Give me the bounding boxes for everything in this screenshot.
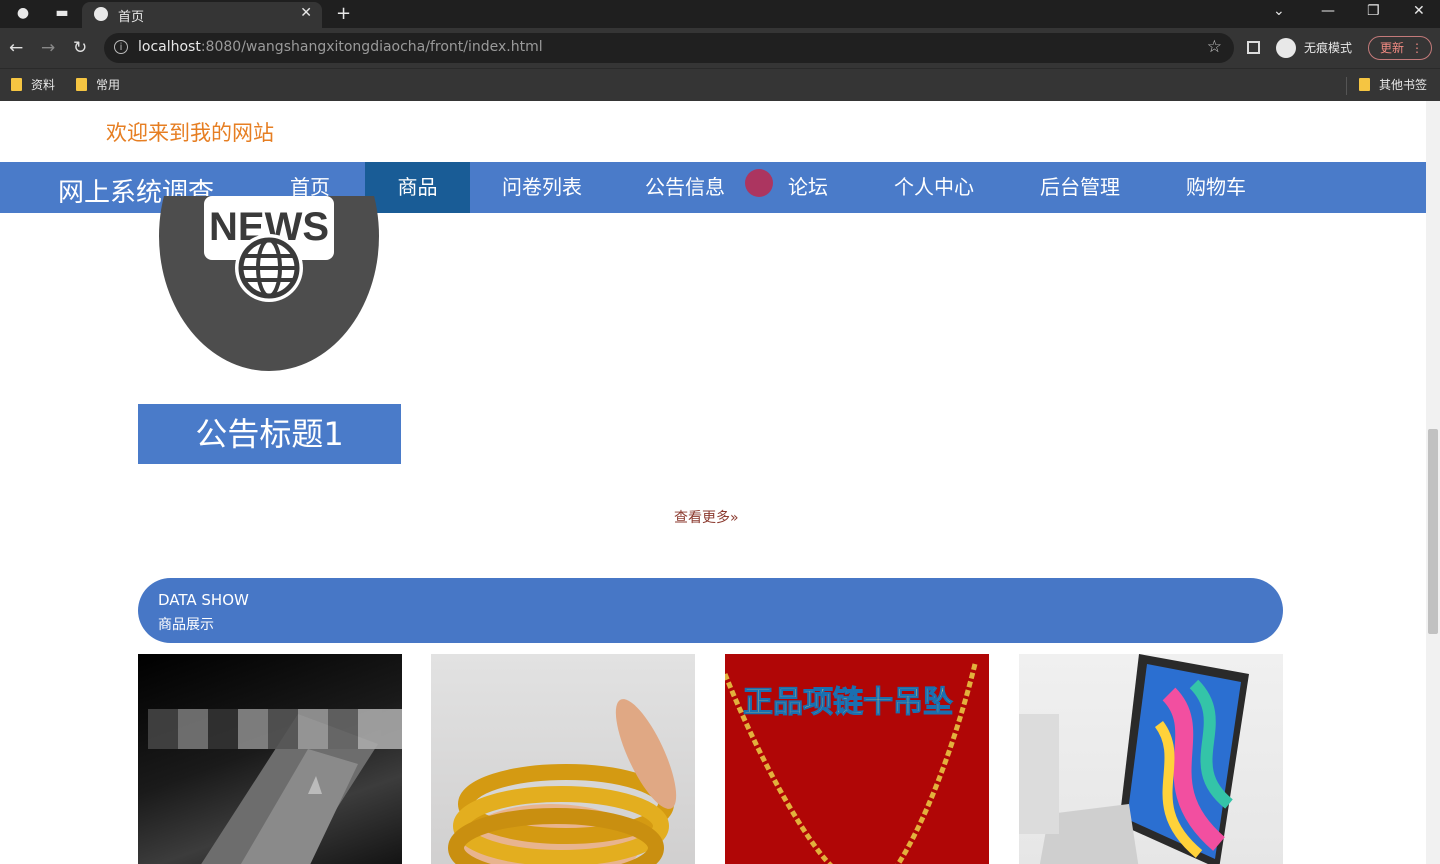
folder-icon <box>11 78 22 91</box>
bookmark-star-icon[interactable]: ☆ <box>1207 37 1222 57</box>
nav-admin[interactable]: 后台管理 <box>1010 162 1150 213</box>
url-text: localhost:8080/wangshangxitongdiaocha/fr… <box>138 39 543 55</box>
double-chevron-right-icon: » <box>730 510 739 526</box>
browser-tab[interactable]: 首页 ✕ <box>82 2 322 28</box>
notice-title-button[interactable]: 公告标题1 <box>138 404 401 464</box>
minimize-button[interactable]: — <box>1321 3 1335 19</box>
reload-button[interactable]: ↻ <box>73 38 87 58</box>
folder-icon <box>76 78 87 91</box>
globe-icon <box>94 7 108 21</box>
folder-icon <box>1359 78 1370 91</box>
incognito-label: 无痕模式 <box>1304 41 1353 55</box>
necklace-title-text: 正品项链十吊坠 <box>743 685 953 720</box>
tab-title: 首页 <box>118 10 145 25</box>
page-scrollbar[interactable] <box>1426 101 1440 864</box>
bookmark-folder-1[interactable]: 常用 <box>76 76 120 93</box>
nav-products[interactable]: 商品 <box>365 162 773 213</box>
menu-dots-icon: ⋮ <box>1411 41 1423 55</box>
browser-toolbar: ← → ↻ i localhost:8080/wangshangxitongdi… <box>0 28 1440 68</box>
browser-profile-icon[interactable]: ● <box>15 5 31 21</box>
site-info-icon[interactable]: i <box>114 40 128 54</box>
nav-surveys[interactable]: 问卷列表 <box>475 162 609 213</box>
product-card-laptop-dark[interactable] <box>138 654 402 864</box>
tab-overview-icon[interactable]: ▬ <box>54 5 70 21</box>
nav-notices[interactable]: 公告信息 <box>616 162 754 213</box>
nav-profile[interactable]: 个人中心 <box>862 162 1006 213</box>
product-card-gold-bangles[interactable] <box>431 654 695 864</box>
view-more-label: 查看更多 <box>674 510 730 526</box>
back-button[interactable]: ← <box>9 38 23 58</box>
other-bookmarks-label: 其他书签 <box>1379 78 1428 92</box>
section-title-cn: 商品展示 <box>158 617 214 633</box>
bookmarks-divider <box>1346 77 1347 95</box>
product-card-necklace[interactable]: 正品项链十吊坠 <box>725 654 989 864</box>
browser-tab-strip: ● ▬ 首页 ✕ + ⌄ — ❐ ✕ <box>0 0 1440 28</box>
incognito-icon <box>1276 38 1296 58</box>
restore-button[interactable]: ❐ <box>1367 3 1380 19</box>
page-viewport: 欢迎来到我的网站 网上系统调查 首页 商品 问卷列表 公告信息 论坛 个人中心 … <box>0 101 1426 864</box>
nav-products-label: 商品 <box>397 175 438 199</box>
welcome-text: 欢迎来到我的网站 <box>106 121 274 145</box>
bookmark-label: 资料 <box>31 78 56 92</box>
nav-forum[interactable]: 论坛 <box>760 162 856 213</box>
tab-search-icon[interactable]: ⌄ <box>1273 3 1285 19</box>
section-title-en: DATA SHOW <box>158 591 249 609</box>
notice-image[interactable]: NEWS <box>158 196 380 376</box>
url-host: localhost <box>138 39 201 55</box>
address-bar[interactable]: i localhost:8080/wangshangxitongdiaocha/… <box>104 33 1234 63</box>
update-button[interactable]: 更新 ⋮ <box>1368 36 1432 60</box>
view-more-link[interactable]: 查看更多» <box>674 507 739 527</box>
scrollbar-thumb[interactable] <box>1428 429 1438 634</box>
bookmark-label: 常用 <box>96 78 121 92</box>
bookmarks-bar: 资料 常用 其他书签 <box>0 68 1440 102</box>
products-section-header: DATA SHOW 商品展示 <box>138 578 1283 643</box>
update-label: 更新 <box>1380 41 1405 55</box>
bookmark-folder-0[interactable]: 资料 <box>11 76 55 93</box>
product-card-laptop[interactable] <box>1019 654 1283 864</box>
forward-button[interactable]: → <box>41 38 55 58</box>
nav-cart[interactable]: 购物车 <box>1156 162 1276 213</box>
side-panel-icon[interactable] <box>1247 41 1260 54</box>
other-bookmarks[interactable]: 其他书签 <box>1359 76 1427 93</box>
close-tab-icon[interactable]: ✕ <box>300 5 312 21</box>
url-path: :8080/wangshangxitongdiaocha/front/index… <box>200 39 543 55</box>
close-window-button[interactable]: ✕ <box>1413 3 1425 19</box>
new-tab-button[interactable]: + <box>336 3 351 24</box>
